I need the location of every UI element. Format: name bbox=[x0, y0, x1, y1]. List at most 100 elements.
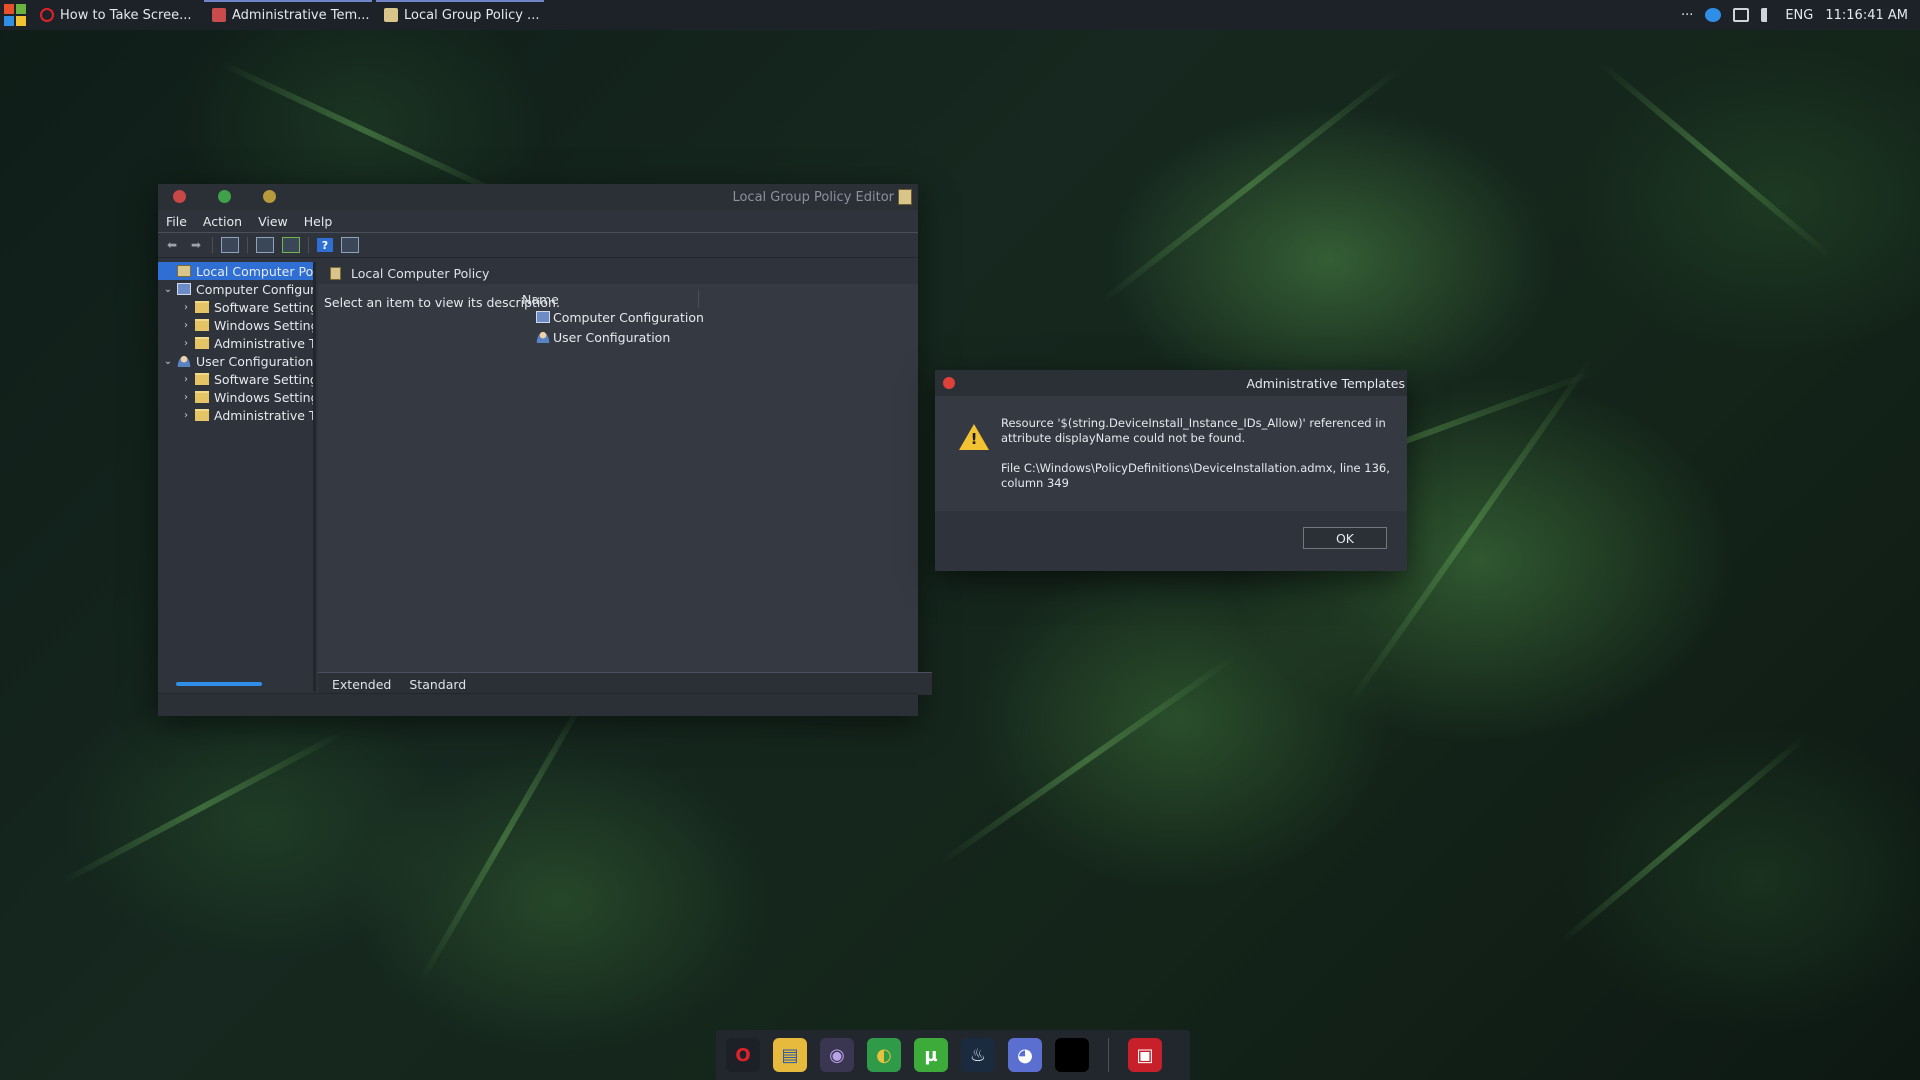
tree-item[interactable]: › Administrative Templates bbox=[158, 406, 313, 424]
tree-item[interactable]: › Software Settings bbox=[158, 298, 313, 316]
taskbar-tab-group-policy[interactable]: Local Group Policy ... bbox=[376, 0, 544, 30]
taskbar-tab-label: How to Take Scree... bbox=[60, 7, 192, 23]
fern-frond bbox=[218, 60, 512, 201]
properties-icon[interactable] bbox=[256, 237, 274, 253]
opera-icon[interactable]: O bbox=[726, 1038, 760, 1072]
minimize-button[interactable] bbox=[218, 190, 231, 203]
tree-item-label: User Configuration bbox=[196, 353, 314, 369]
menu-file[interactable]: File bbox=[166, 214, 187, 229]
tray-overflow-button[interactable]: ··· bbox=[1681, 8, 1693, 23]
menu-bar: File Action View Help bbox=[158, 210, 918, 233]
close-button[interactable] bbox=[173, 190, 186, 203]
fern-frond bbox=[1558, 735, 1808, 946]
steam-icon[interactable]: ♨ bbox=[961, 1038, 995, 1072]
tor-browser-icon[interactable]: ◉ bbox=[820, 1038, 854, 1072]
taskbar-tab-label: Administrative Tem... bbox=[232, 7, 370, 23]
app-store-icon[interactable]: ▣ bbox=[1128, 1038, 1162, 1072]
tab-standard[interactable]: Standard bbox=[409, 677, 466, 692]
chevron-down-icon[interactable]: ⌄ bbox=[162, 284, 174, 295]
list-item-user-configuration[interactable]: User Configuration bbox=[536, 328, 670, 346]
forward-arrow-icon[interactable]: ➡ bbox=[188, 238, 204, 252]
discord-icon[interactable]: ◕ bbox=[1008, 1038, 1042, 1072]
show-action-pane-icon[interactable] bbox=[341, 237, 359, 253]
view-tabs: Extended Standard bbox=[318, 672, 932, 695]
group-policy-editor-window: Local Group Policy Editor File Action Vi… bbox=[158, 184, 932, 716]
dock: O ▤ ◉ ◐ µ ♨ ◕ ▣ bbox=[716, 1030, 1190, 1080]
dialog-body: ! Resource '$(string.DeviceInstall_Insta… bbox=[935, 396, 1407, 511]
windows-logo-icon bbox=[16, 16, 26, 26]
details-heading: Local Computer Policy bbox=[351, 265, 490, 281]
toolbar-separator bbox=[308, 237, 309, 253]
tree-item[interactable]: Local Computer Policy bbox=[158, 262, 313, 280]
taskbar-tab-opera[interactable]: How to Take Scree... bbox=[32, 0, 200, 30]
start-button[interactable] bbox=[4, 4, 26, 26]
toolbar-separator bbox=[247, 237, 248, 253]
console-tree: Local Computer Policy ⌄ Computer Configura… bbox=[158, 262, 316, 692]
tree-item[interactable]: ⌄ User Configuration bbox=[158, 352, 313, 370]
terminal-icon[interactable] bbox=[1055, 1038, 1089, 1072]
ok-button[interactable]: OK bbox=[1303, 527, 1387, 549]
fern-frond bbox=[1598, 60, 1832, 259]
tree-item[interactable]: › Windows Settings bbox=[158, 316, 313, 334]
toolbar-separator bbox=[212, 237, 213, 253]
list-item-label: User Configuration bbox=[553, 329, 671, 345]
details-pane: Local Computer Policy Select an item to … bbox=[318, 262, 918, 672]
chevron-right-icon[interactable]: › bbox=[180, 392, 192, 403]
language-indicator[interactable]: ENG bbox=[1785, 8, 1813, 23]
tree-item[interactable]: › Software Settings bbox=[158, 370, 313, 388]
dialog-title: Administrative Templates bbox=[1246, 376, 1405, 391]
folder-icon bbox=[195, 409, 209, 421]
chat-icon[interactable] bbox=[1705, 8, 1722, 22]
fern-frond bbox=[938, 654, 1237, 866]
tree-item-label: Administrative Templates bbox=[214, 335, 315, 351]
dialog-close-button[interactable] bbox=[943, 377, 955, 389]
chevron-right-icon[interactable]: › bbox=[180, 338, 192, 349]
dialog-message-line: Resource '$(string.DeviceInstall_Instanc… bbox=[1001, 416, 1386, 445]
horizontal-scrollbar[interactable] bbox=[176, 682, 262, 686]
details-header: Local Computer Policy bbox=[318, 262, 918, 284]
dialog-titlebar[interactable]: Administrative Templates bbox=[935, 370, 1407, 396]
admin-templates-icon bbox=[212, 8, 226, 22]
tree-item-label: Windows Settings bbox=[214, 389, 316, 405]
top-taskbar: How to Take Scree... Administrative Tem.… bbox=[0, 0, 1920, 30]
utorrent-icon[interactable]: µ bbox=[914, 1038, 948, 1072]
tab-extended[interactable]: Extended bbox=[332, 677, 391, 692]
column-header-label: Name bbox=[522, 291, 559, 307]
export-list-icon[interactable] bbox=[282, 237, 300, 253]
tree-item-label: Administrative Templates bbox=[214, 407, 315, 423]
menu-view[interactable]: View bbox=[258, 214, 288, 229]
column-header-name[interactable]: Name bbox=[520, 290, 699, 308]
tree-item[interactable]: › Administrative Templates bbox=[158, 334, 313, 352]
chevron-down-icon[interactable]: ⌄ bbox=[162, 356, 174, 367]
maximize-button[interactable] bbox=[263, 190, 276, 203]
file-explorer-icon[interactable]: ▤ bbox=[773, 1038, 807, 1072]
chevron-right-icon[interactable]: › bbox=[180, 410, 192, 421]
error-dialog: Administrative Templates ! Resource '$(s… bbox=[935, 370, 1407, 571]
chevron-right-icon[interactable]: › bbox=[180, 374, 192, 385]
taskbar-tab-admin-templates[interactable]: Administrative Tem... bbox=[204, 0, 372, 30]
clock[interactable]: 11:16:41 AM bbox=[1825, 8, 1908, 23]
menu-action[interactable]: Action bbox=[203, 214, 242, 229]
tree-item[interactable]: › Windows Settings bbox=[158, 388, 313, 406]
tree-item-label: Windows Settings bbox=[214, 317, 316, 333]
tree-item-label: Local Computer Policy bbox=[196, 263, 316, 279]
status-bar bbox=[158, 693, 918, 716]
toolbar: ⬅ ➡ ? bbox=[158, 233, 918, 258]
tree-item-label: Software Settings bbox=[214, 299, 316, 315]
list-item-computer-configuration[interactable]: Computer Configuration bbox=[536, 308, 704, 326]
tree-item[interactable]: ⌄ Computer Configuration bbox=[158, 280, 313, 298]
menu-help[interactable]: Help bbox=[304, 214, 333, 229]
folder-icon bbox=[195, 337, 209, 349]
back-arrow-icon[interactable]: ⬅ bbox=[164, 238, 180, 252]
chromium-icon[interactable]: ◐ bbox=[867, 1038, 901, 1072]
fern-frond bbox=[58, 730, 344, 886]
dialog-message: Resource '$(string.DeviceInstall_Instanc… bbox=[1001, 416, 1391, 506]
help-icon[interactable]: ? bbox=[317, 238, 333, 252]
volume-icon[interactable] bbox=[1761, 8, 1773, 22]
show-hide-console-tree-icon[interactable] bbox=[221, 237, 239, 253]
chevron-right-icon[interactable]: › bbox=[180, 320, 192, 331]
warning-icon-mark: ! bbox=[970, 430, 978, 448]
network-icon[interactable] bbox=[1733, 8, 1750, 22]
window-titlebar[interactable]: Local Group Policy Editor bbox=[158, 184, 918, 210]
chevron-right-icon[interactable]: › bbox=[180, 302, 192, 313]
